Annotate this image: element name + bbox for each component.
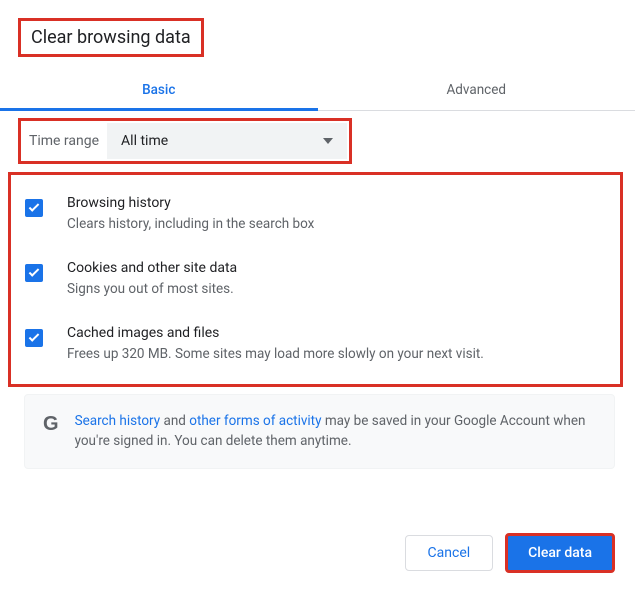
caret-down-icon (323, 138, 333, 144)
check-icon (29, 266, 40, 277)
time-range-label: Time range (23, 123, 107, 159)
option-desc: Signs you out of most sites. (67, 280, 237, 299)
dialog-title-wrap: Clear browsing data (18, 18, 204, 57)
option-title: Cookies and other site data (67, 260, 237, 276)
option-cached: Cached images and files Frees up 320 MB.… (19, 325, 612, 364)
checkbox-cached[interactable] (25, 329, 43, 347)
option-text: Browsing history Clears history, includi… (67, 195, 314, 234)
info-text: Search history and other forms of activi… (75, 411, 596, 452)
info-mid: and (160, 413, 189, 429)
link-other-activity[interactable]: other forms of activity (189, 413, 321, 429)
time-range-value: All time (121, 133, 168, 149)
clear-data-button[interactable]: Clear data (505, 533, 615, 573)
check-icon (29, 201, 40, 212)
options-group: Browsing history Clears history, includi… (8, 172, 623, 387)
checkbox-browsing-history[interactable] (25, 199, 43, 217)
option-browsing-history: Browsing history Clears history, includi… (19, 195, 612, 234)
tab-basic[interactable]: Basic (0, 70, 318, 110)
google-g-icon: G (43, 413, 59, 452)
check-icon (29, 331, 40, 342)
option-desc: Frees up 320 MB. Some sites may load mor… (67, 345, 484, 364)
time-range-select[interactable]: All time (107, 123, 347, 159)
option-text: Cookies and other site data Signs you ou… (67, 260, 237, 299)
option-title: Cached images and files (67, 325, 484, 341)
time-range-row: Time range All time (18, 118, 352, 164)
tab-underline (0, 108, 318, 111)
dialog-title: Clear browsing data (31, 27, 191, 48)
option-title: Browsing history (67, 195, 314, 211)
option-cookies: Cookies and other site data Signs you ou… (19, 260, 612, 299)
cancel-button[interactable]: Cancel (405, 535, 494, 571)
tabs: Basic Advanced (0, 70, 635, 111)
option-desc: Clears history, including in the search … (67, 215, 314, 234)
checkbox-cookies[interactable] (25, 264, 43, 282)
link-search-history[interactable]: Search history (75, 413, 161, 429)
info-box: G Search history and other forms of acti… (24, 394, 615, 469)
button-row: Cancel Clear data (405, 533, 615, 573)
tab-advanced[interactable]: Advanced (318, 70, 635, 110)
option-text: Cached images and files Frees up 320 MB.… (67, 325, 484, 364)
